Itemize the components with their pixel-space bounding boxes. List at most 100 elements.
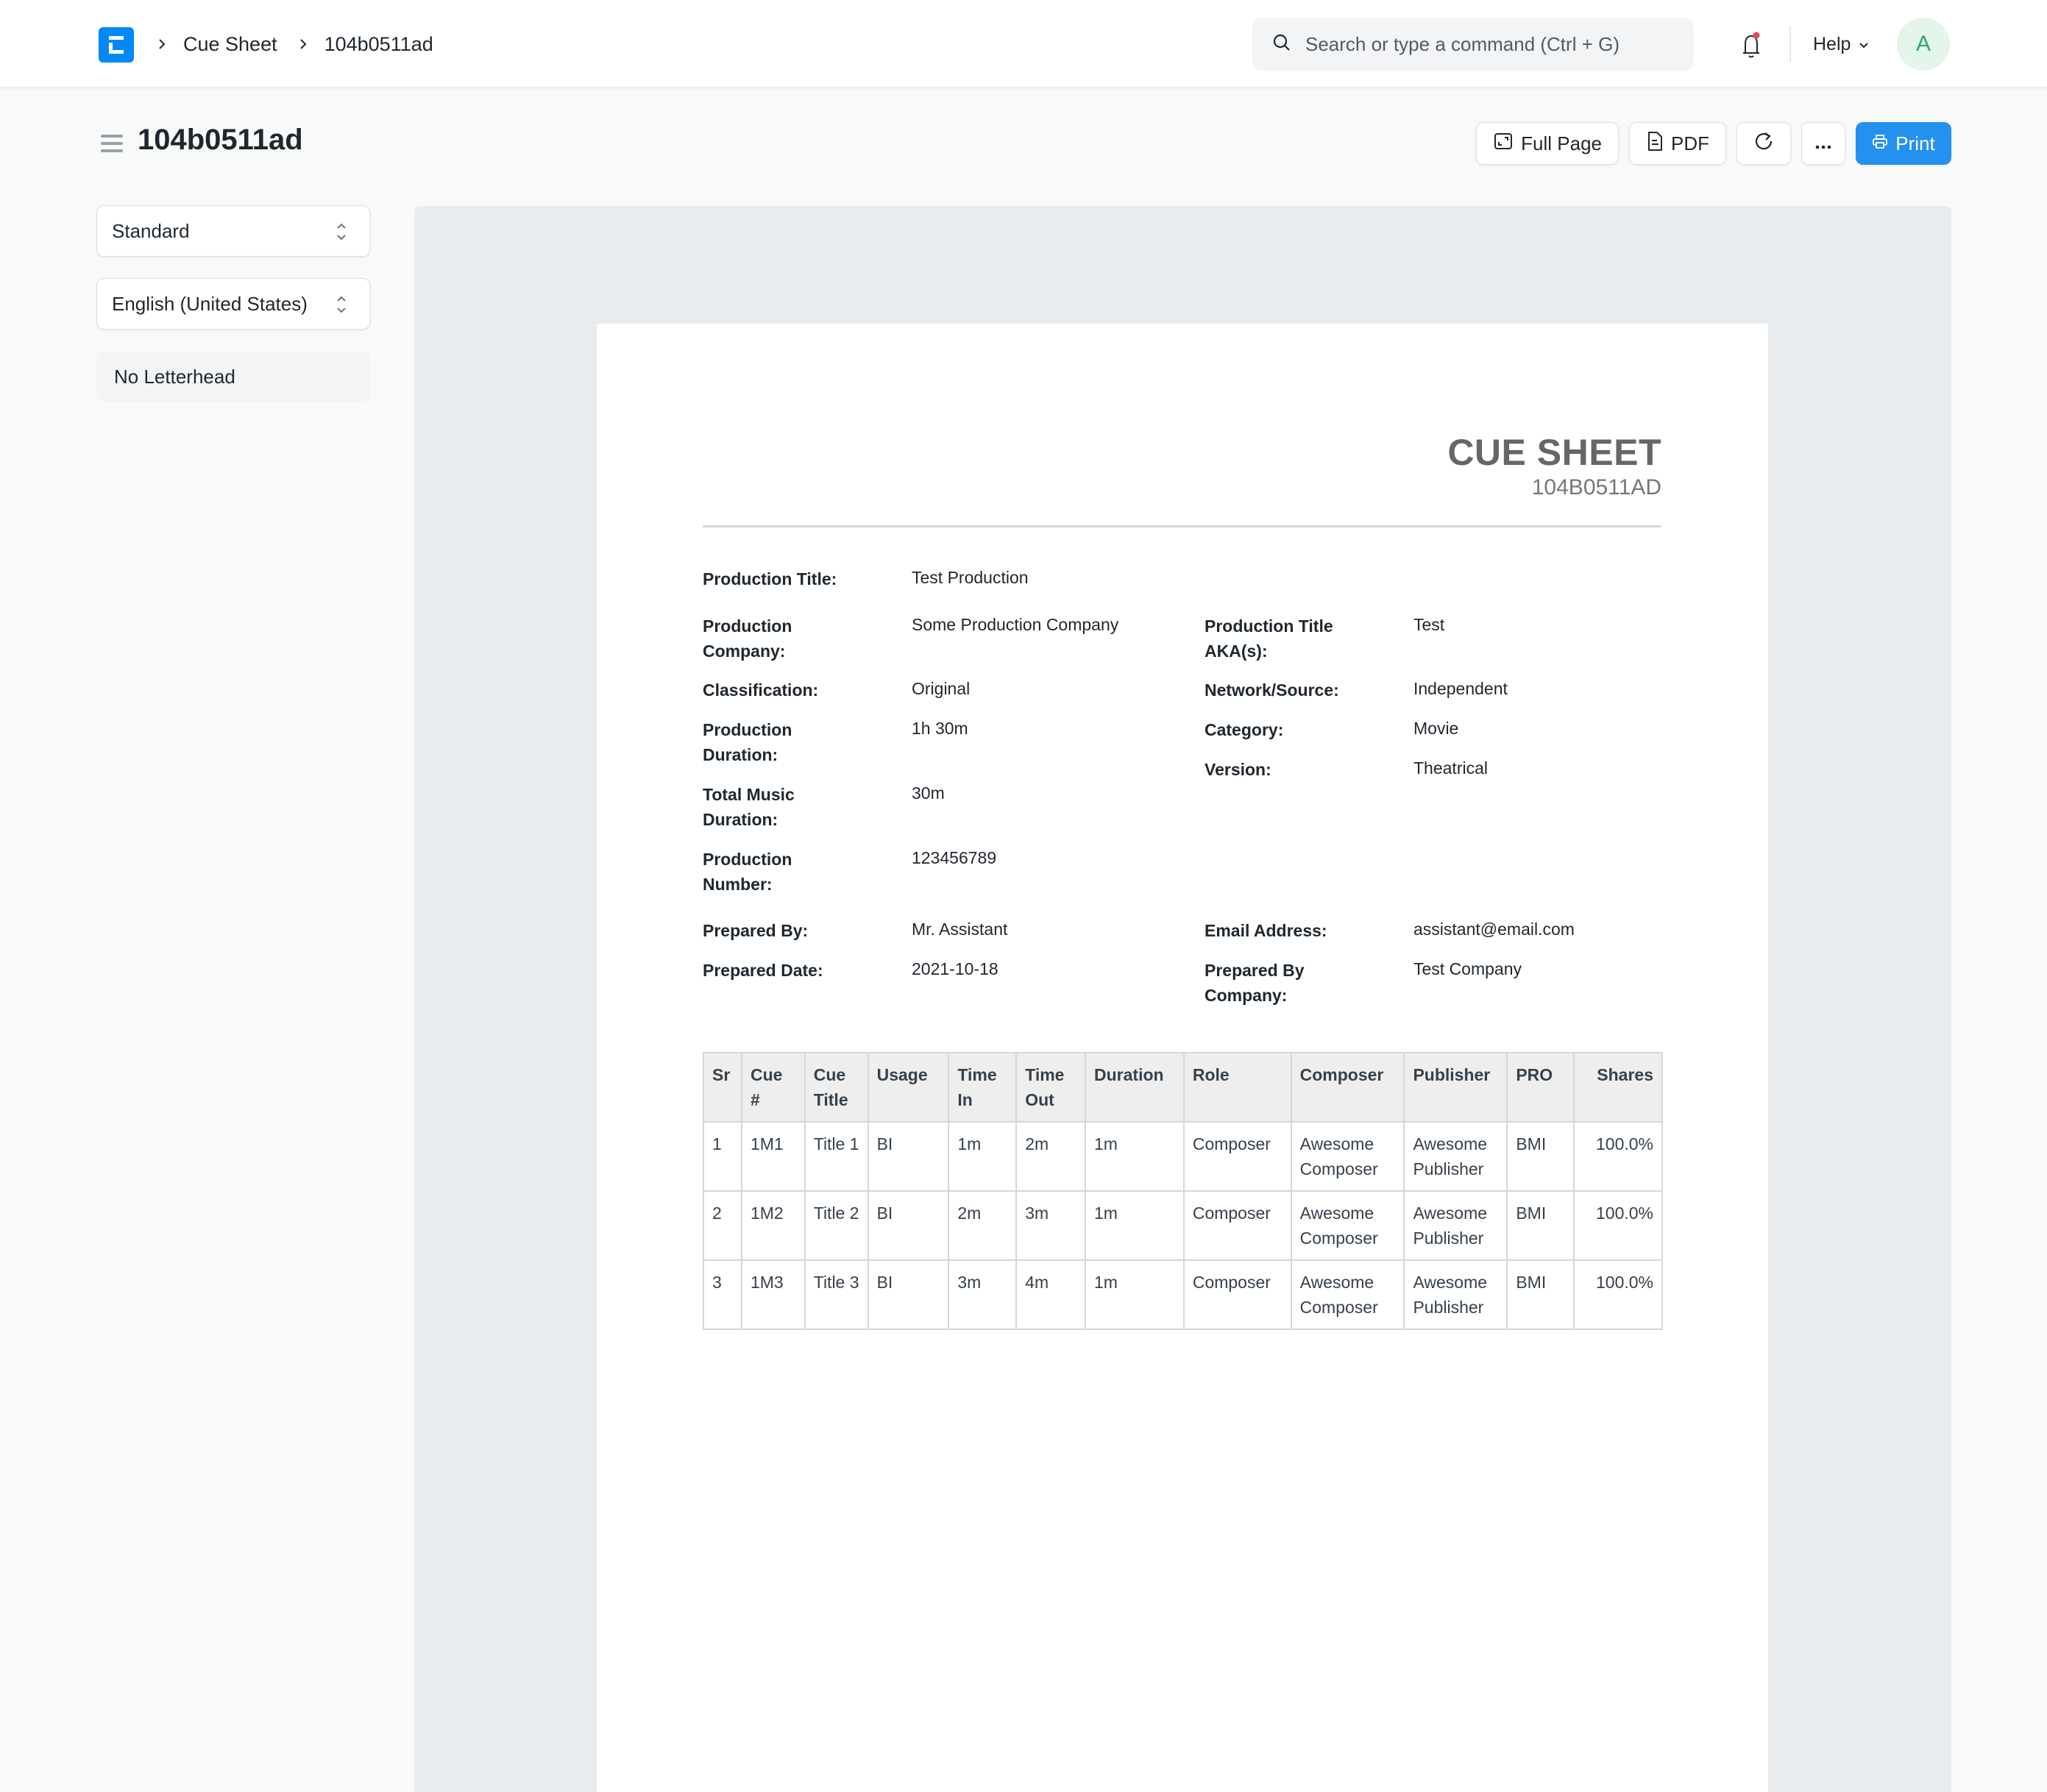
field-label: Prepared By Company: bbox=[1205, 961, 1305, 1005]
field-label: Production Title: bbox=[703, 569, 837, 589]
heading-divider bbox=[703, 525, 1661, 527]
table-cell: 100.0% bbox=[1573, 1121, 1663, 1192]
table-cell: Awesome Composer bbox=[1290, 1259, 1405, 1330]
pdf-button[interactable]: PDF bbox=[1629, 122, 1726, 165]
table-cell: Awesome Composer bbox=[1290, 1121, 1405, 1192]
field-value: Test Production bbox=[912, 568, 1029, 587]
document-heading: CUE SHEET bbox=[1447, 432, 1661, 473]
table-cell: Awesome Publisher bbox=[1403, 1121, 1508, 1192]
table-cell: 2m bbox=[1015, 1121, 1087, 1192]
field-label: Category: bbox=[1205, 720, 1284, 739]
field-label: Total Music Duration: bbox=[703, 785, 795, 829]
table-cell: Title 2 bbox=[803, 1190, 869, 1261]
column-header: Publisher bbox=[1403, 1052, 1508, 1123]
refresh-button[interactable] bbox=[1736, 122, 1791, 165]
search-placeholder: Search or type a command (Ctrl + G) bbox=[1305, 32, 1619, 55]
breadcrumb-current-doc[interactable]: 104b0511ad bbox=[324, 33, 433, 56]
table-cell: 1 bbox=[703, 1121, 742, 1192]
table-cell: BI bbox=[867, 1259, 950, 1330]
table-row: 2 1M2 Title 2 BI 2m 3m 1m Composer Aweso… bbox=[703, 1190, 1663, 1261]
table-cell: 1M1 bbox=[740, 1121, 806, 1192]
more-options-button[interactable] bbox=[1801, 122, 1845, 165]
table-cell: Composer bbox=[1182, 1121, 1292, 1192]
erpnext-logo-icon[interactable] bbox=[99, 27, 134, 63]
field-value: Test bbox=[1413, 615, 1445, 634]
table-cell: 3m bbox=[1015, 1190, 1087, 1261]
search-input[interactable]: Search or type a command (Ctrl + G) bbox=[1252, 18, 1694, 71]
field-label: Production Title AKA(s): bbox=[1205, 616, 1333, 661]
column-header: Shares bbox=[1573, 1052, 1663, 1123]
field-value: Mr. Assistant bbox=[912, 920, 1008, 939]
field-label: Classification: bbox=[703, 680, 819, 700]
table-cell: BMI bbox=[1506, 1190, 1575, 1261]
field-value: assistant@email.com bbox=[1413, 920, 1575, 939]
notification-bell-icon[interactable] bbox=[1738, 31, 1764, 60]
table-cell: 2m bbox=[948, 1190, 1018, 1261]
table-cell: BMI bbox=[1506, 1259, 1575, 1330]
field-label: Version: bbox=[1205, 760, 1271, 779]
table-cell: BMI bbox=[1506, 1121, 1575, 1192]
field-value: 30m bbox=[912, 783, 945, 803]
cue-table: Sr Cue # Cue Title Usage Time In Time Ou… bbox=[703, 1052, 1663, 1330]
avatar[interactable]: A bbox=[1897, 18, 1950, 71]
column-header: Time In bbox=[948, 1052, 1018, 1123]
full-page-button[interactable]: Full Page bbox=[1476, 122, 1619, 165]
help-label: Help bbox=[1813, 33, 1851, 54]
print-label: Print bbox=[1895, 132, 1935, 154]
table-cell: Awesome Composer bbox=[1290, 1190, 1405, 1261]
select-updown-icon bbox=[336, 221, 347, 243]
field-label: Production Number: bbox=[703, 850, 792, 894]
field-value: Movie bbox=[1413, 719, 1459, 738]
navbar: Cue Sheet 104b0511ad Search or type a co… bbox=[0, 0, 2047, 88]
chevron-down-icon bbox=[1858, 34, 1870, 55]
table-cell: 1m bbox=[1085, 1259, 1185, 1330]
table-cell: 3 bbox=[703, 1259, 742, 1330]
column-header: Cue Title bbox=[803, 1052, 869, 1123]
navbar-divider bbox=[1789, 26, 1791, 62]
table-row: 3 1M3 Title 3 BI 3m 4m 1m Composer Aweso… bbox=[703, 1259, 1663, 1330]
printer-icon bbox=[1872, 132, 1888, 155]
column-header: Composer bbox=[1290, 1052, 1405, 1123]
table-row: 1 1M1 Title 1 BI 1m 2m 1m Composer Aweso… bbox=[703, 1121, 1663, 1192]
letterhead-select[interactable]: No Letterhead bbox=[96, 352, 370, 402]
table-cell: 3m bbox=[948, 1259, 1018, 1330]
field-value: Original bbox=[912, 679, 971, 698]
language-select[interactable]: English (United States) bbox=[96, 278, 370, 330]
help-dropdown[interactable]: Help bbox=[1813, 31, 1870, 57]
full-page-label: Full Page bbox=[1521, 132, 1602, 154]
column-header: Cue # bbox=[740, 1052, 806, 1123]
table-cell: Awesome Publisher bbox=[1403, 1259, 1508, 1330]
field-value: Theatrical bbox=[1413, 758, 1488, 778]
field-value: Some Production Company bbox=[912, 615, 1119, 634]
table-cell: 1m bbox=[1085, 1121, 1185, 1192]
column-header: Usage bbox=[867, 1052, 950, 1123]
file-icon bbox=[1646, 130, 1664, 157]
table-cell: BI bbox=[867, 1190, 950, 1261]
table-header-row: Sr Cue # Cue Title Usage Time In Time Ou… bbox=[703, 1052, 1663, 1123]
table-cell: 2 bbox=[703, 1190, 742, 1261]
column-header: Sr bbox=[703, 1052, 742, 1123]
column-header: PRO bbox=[1506, 1052, 1575, 1123]
more-dots-icon bbox=[1814, 132, 1832, 155]
table-cell: Composer bbox=[1182, 1259, 1292, 1330]
chevron-right-icon bbox=[151, 33, 173, 55]
toolbar: Full Page PDF Print bbox=[1476, 122, 1951, 165]
expand-icon bbox=[1493, 131, 1514, 157]
field-label: Production Company: bbox=[703, 616, 792, 661]
column-header: Role bbox=[1182, 1052, 1292, 1123]
print-format-select[interactable]: Standard bbox=[96, 205, 370, 257]
field-label: Email Address: bbox=[1205, 921, 1327, 940]
field-value: 1h 30m bbox=[912, 719, 968, 738]
refresh-icon bbox=[1753, 130, 1775, 157]
breadcrumb-cue-sheet[interactable]: Cue Sheet bbox=[183, 33, 277, 56]
table-cell: 1M3 bbox=[740, 1259, 806, 1330]
print-document: CUE SHEET 104B0511AD Production Title: T… bbox=[596, 324, 1769, 1792]
language-value: English (United States) bbox=[112, 292, 308, 315]
table-cell: Title 3 bbox=[803, 1259, 869, 1330]
sidebar-toggle-icon[interactable] bbox=[101, 135, 123, 152]
table-cell: Title 1 bbox=[803, 1121, 869, 1192]
column-header: Time Out bbox=[1015, 1052, 1087, 1123]
table-cell: Composer bbox=[1182, 1190, 1292, 1261]
pdf-label: PDF bbox=[1671, 132, 1709, 154]
print-button[interactable]: Print bbox=[1856, 122, 1951, 165]
